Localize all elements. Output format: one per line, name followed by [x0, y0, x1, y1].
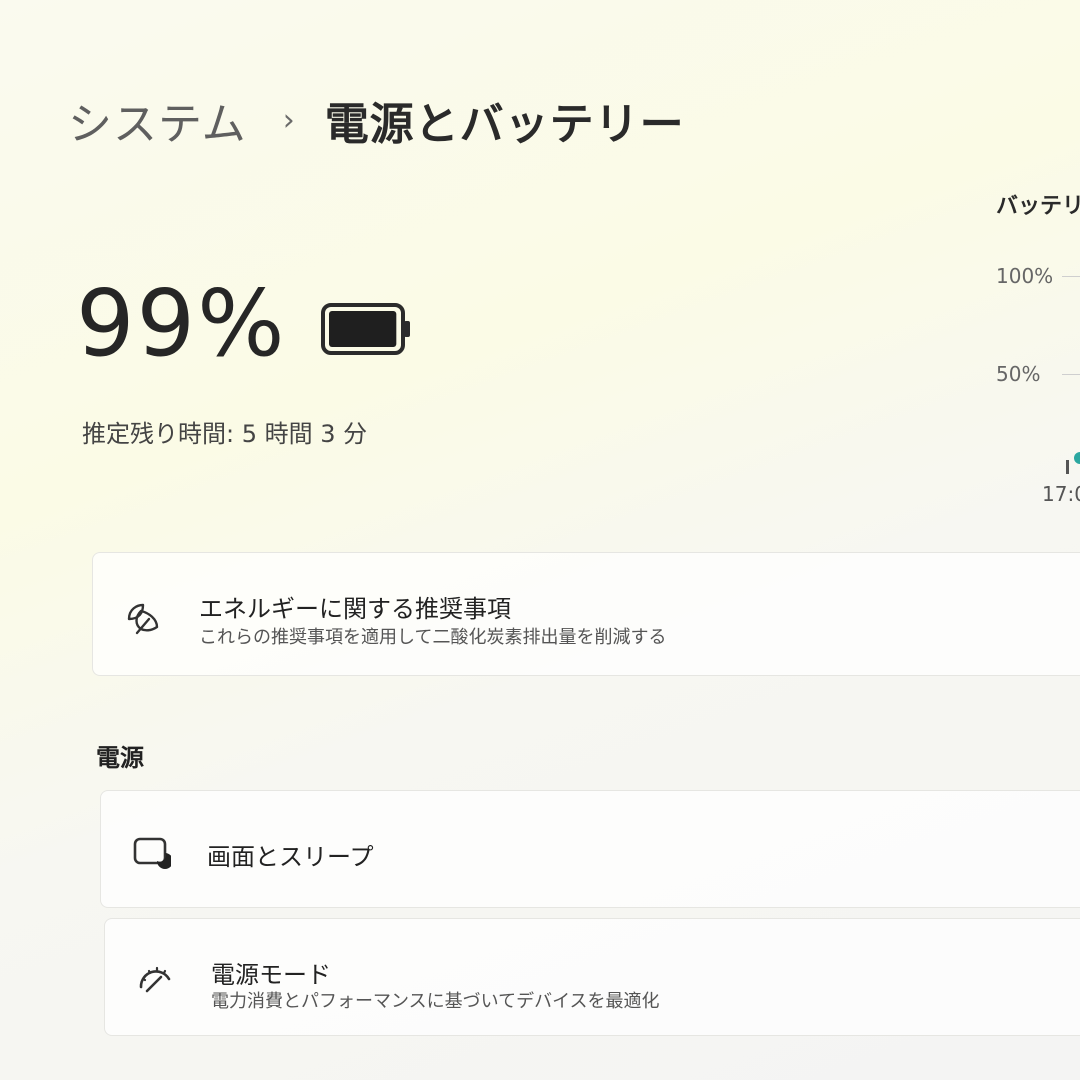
estimated-remaining-time: 推定残り時間: 5 時間 3 分 — [82, 414, 367, 449]
gauge-icon — [139, 966, 171, 993]
power-section-title: 電源 — [96, 744, 144, 772]
power-mode-item[interactable]: 電源モード 電力消費とパフォーマンスに基づいてデバイスを最適化 — [104, 918, 1080, 1036]
y-tick-100: 100% — [996, 264, 1054, 288]
battery-icon — [321, 303, 410, 355]
breadcrumb: システム › 電源とバッテリー — [68, 88, 685, 152]
x-tick-time: 17:0 — [1042, 482, 1080, 506]
chart-title: バッテリー — [996, 194, 1080, 219]
energy-recommendations-title: エネルギーに関する推奨事項 — [199, 595, 511, 623]
time-marker — [1066, 460, 1069, 474]
energy-recommendations-subtitle: これらの推奨事項を適用して二酸化炭素排出量を削減する — [199, 627, 667, 648]
screen-and-sleep-item[interactable]: 画面とスリープ — [100, 790, 1080, 908]
screen-sleep-icon — [133, 837, 171, 869]
battery-usage-chart[interactable]: バッテリー 100% 50% 17:0 — [990, 180, 1080, 520]
power-mode-subtitle: 電力消費とパフォーマンスに基づいてデバイスを最適化 — [211, 991, 660, 1012]
screen-and-sleep-title: 画面とスリープ — [207, 843, 374, 871]
y-tick-50: 50% — [996, 362, 1041, 386]
gridline-50 — [1062, 374, 1080, 375]
breadcrumb-system-link[interactable]: システム — [68, 88, 247, 152]
page-title: 電源とバッテリー — [324, 99, 685, 150]
battery-percentage: 99% — [76, 270, 287, 377]
remaining-time-value: 5 時間 3 分 — [241, 420, 368, 448]
energy-recommendations-card[interactable]: エネルギーに関する推奨事項 これらの推奨事項を適用して二酸化炭素排出量を削減する — [92, 552, 1080, 676]
gridline-100 — [1062, 276, 1080, 277]
leaf-icon — [127, 603, 159, 635]
breadcrumb-separator: › — [282, 102, 295, 138]
power-mode-title: 電源モード — [211, 961, 331, 989]
series-point — [1074, 452, 1080, 464]
remaining-time-label: 推定残り時間: — [82, 420, 235, 448]
